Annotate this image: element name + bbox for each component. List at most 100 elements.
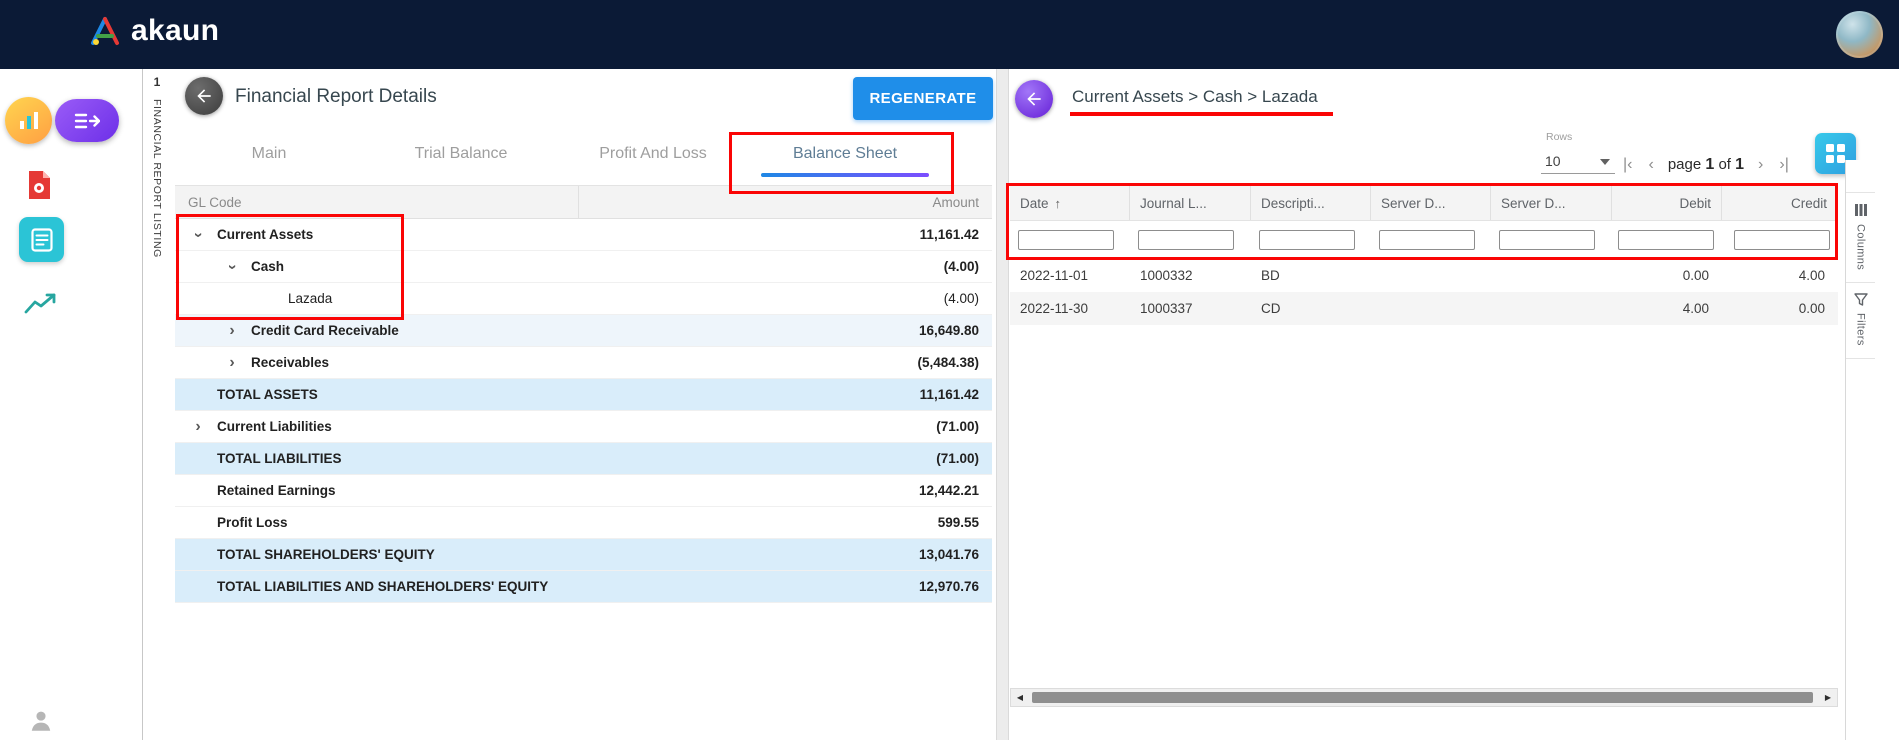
chevron-down-icon[interactable]: ›	[223, 258, 241, 276]
journal-cell: 2022-11-01	[1010, 268, 1130, 283]
gl-code-column-header[interactable]: GL Code	[175, 186, 579, 218]
tabs: MainTrial BalanceProfit And LossBalance …	[173, 133, 941, 177]
gl-table-row[interactable]: ›TOTAL LIABILITIES(71.00)	[175, 443, 992, 475]
gl-table-row[interactable]: ›TOTAL ASSETS11,161.42	[175, 379, 992, 411]
journal-cell: 4.00	[1612, 301, 1722, 316]
app-root: akaun	[0, 0, 1899, 740]
column-header-descripti[interactable]: Descripti...	[1251, 186, 1371, 220]
user-avatar[interactable]	[1836, 11, 1883, 58]
filter-input-6[interactable]	[1734, 230, 1830, 250]
sidebar-toggle-button[interactable]	[55, 99, 119, 142]
gl-row-amount: (5,484.38)	[917, 355, 992, 370]
ledger-icon[interactable]	[19, 217, 64, 262]
tab-balance-sheet[interactable]: Balance Sheet	[749, 133, 941, 177]
amount-column-header[interactable]: Amount	[579, 195, 992, 210]
gl-row-label: Current Assets	[217, 227, 313, 242]
gl-row-amount: 11,161.42	[920, 387, 992, 402]
column-header-server-d[interactable]: Server D...	[1371, 186, 1491, 220]
chevron-right-icon[interactable]: ›	[189, 418, 207, 436]
filters-tool-label: Filters	[1855, 313, 1867, 346]
next-page-button[interactable]: ›	[1752, 156, 1769, 174]
gl-row-amount: 12,970.76	[919, 579, 992, 594]
filter-input-1[interactable]	[1138, 230, 1234, 250]
filter-input-2[interactable]	[1259, 230, 1355, 250]
column-header-server-d[interactable]: Server D...	[1491, 186, 1612, 220]
filter-funnel-icon	[1854, 293, 1868, 306]
journal-table-body: 2022-11-011000332BD0.004.002022-11-30100…	[1010, 259, 1838, 325]
gl-table-row[interactable]: ›Profit Loss599.55	[175, 507, 992, 539]
gl-table-row[interactable]: ›TOTAL LIABILITIES AND SHAREHOLDERS' EQU…	[175, 571, 992, 603]
tab-trial-balance[interactable]: Trial Balance	[365, 133, 557, 177]
apps-chart-badge-icon[interactable]	[5, 97, 52, 144]
top-navbar: akaun	[0, 0, 1899, 69]
report-tab-strip[interactable]: 1 FINANCIAL REPORT LISTING	[142, 69, 171, 740]
prev-page-button[interactable]: ‹	[1642, 156, 1659, 174]
column-header-credit[interactable]: Credit	[1722, 186, 1838, 220]
column-header-date[interactable]: Date↑	[1010, 186, 1130, 220]
bar-chart-icon	[18, 111, 40, 131]
brand-logo[interactable]: akaun	[88, 14, 219, 48]
gl-table-row[interactable]: ›TOTAL SHAREHOLDERS' EQUITY13,041.76	[175, 539, 992, 571]
sort-asc-icon: ↑	[1055, 196, 1062, 211]
horizontal-scrollbar[interactable]: ◀ ▶	[1010, 688, 1838, 707]
gl-table-row[interactable]: ›Current Assets11,161.42	[175, 219, 992, 251]
filter-input-4[interactable]	[1499, 230, 1595, 250]
scroll-right-arrow-icon[interactable]: ▶	[1819, 689, 1837, 706]
journal-cell: 2022-11-30	[1010, 301, 1130, 316]
sidebar-toggle-icon	[74, 111, 100, 131]
trend-chart-icon[interactable]	[23, 291, 59, 317]
chevron-right-icon[interactable]: ›	[223, 354, 241, 372]
column-header-debit[interactable]: Debit	[1612, 186, 1722, 220]
gl-row-amount: 16,649.80	[919, 323, 992, 338]
gl-table-row[interactable]: ›Cash(4.00)	[175, 251, 992, 283]
gl-row-left: › Current Assets	[175, 226, 313, 244]
rows-per-page-label: Rows	[1546, 131, 1572, 143]
brand-name: akaun	[131, 14, 219, 48]
filter-cell	[1612, 230, 1722, 250]
gl-row-label: Receivables	[251, 355, 329, 370]
back-button[interactable]	[185, 77, 223, 115]
scroll-left-arrow-icon[interactable]: ◀	[1011, 689, 1029, 706]
filter-input-5[interactable]	[1618, 230, 1714, 250]
journal-cell: CD	[1251, 301, 1371, 316]
user-profile-icon[interactable]	[27, 707, 55, 735]
chevron-down-icon[interactable]: ›	[189, 226, 207, 244]
tab-profit-and-loss[interactable]: Profit And Loss	[557, 133, 749, 177]
filters-tool-button[interactable]: Filters	[1846, 283, 1875, 359]
gl-row-label: Credit Card Receivable	[251, 323, 399, 338]
scrollbar-thumb[interactable]	[1032, 692, 1813, 703]
journal-table-row[interactable]: 2022-11-011000332BD0.004.00	[1010, 259, 1838, 292]
rows-per-page-select[interactable]: 10	[1541, 148, 1615, 174]
ledger-lines-icon	[31, 228, 53, 252]
panel-divider[interactable]	[996, 69, 1009, 740]
journal-cell: 0.00	[1722, 301, 1838, 316]
columns-tool-button[interactable]: Columns	[1846, 192, 1875, 283]
regenerate-button[interactable]: REGENERATE	[853, 77, 993, 120]
chevron-right-icon[interactable]: ›	[223, 322, 241, 340]
left-icon-rail	[0, 69, 142, 740]
filter-input-0[interactable]	[1018, 230, 1114, 250]
gl-row-left: ›Profit Loss	[175, 514, 288, 532]
gl-table-row[interactable]: ›Current Liabilities(71.00)	[175, 411, 992, 443]
gl-table-row[interactable]: ›Lazada(4.00)	[175, 283, 992, 315]
journal-cell: 1000332	[1130, 268, 1251, 283]
gl-row-label: TOTAL LIABILITIES	[217, 451, 342, 466]
journal-table-header: Date↑Journal L...Descripti...Server D...…	[1010, 185, 1838, 221]
pdf-report-icon[interactable]	[24, 169, 54, 201]
akaun-logo-icon	[88, 15, 122, 47]
journal-cell: 1000337	[1130, 301, 1251, 316]
column-header-journal-l[interactable]: Journal L...	[1130, 186, 1251, 220]
gl-row-label: TOTAL ASSETS	[217, 387, 318, 402]
gl-row-label: Cash	[251, 259, 284, 274]
first-page-button[interactable]: |‹	[1617, 156, 1638, 174]
gl-table-row[interactable]: ›Retained Earnings12,442.21	[175, 475, 992, 507]
gl-table-row[interactable]: › Credit Card Receivable 16,649.80	[175, 315, 992, 347]
drilldown-back-button[interactable]	[1015, 80, 1053, 118]
filter-input-3[interactable]	[1379, 230, 1475, 250]
last-page-button[interactable]: ›|	[1773, 156, 1794, 174]
gl-table-row[interactable]: › Receivables (5,484.38)	[175, 347, 992, 379]
journal-table-row[interactable]: 2022-11-301000337CD 4.000.00	[1010, 292, 1838, 325]
tab-main[interactable]: Main	[173, 133, 365, 177]
journal-cell: 0.00	[1612, 268, 1722, 283]
gl-table-body: ›Current Assets11,161.42›Cash(4.00)›Laza…	[175, 219, 992, 603]
